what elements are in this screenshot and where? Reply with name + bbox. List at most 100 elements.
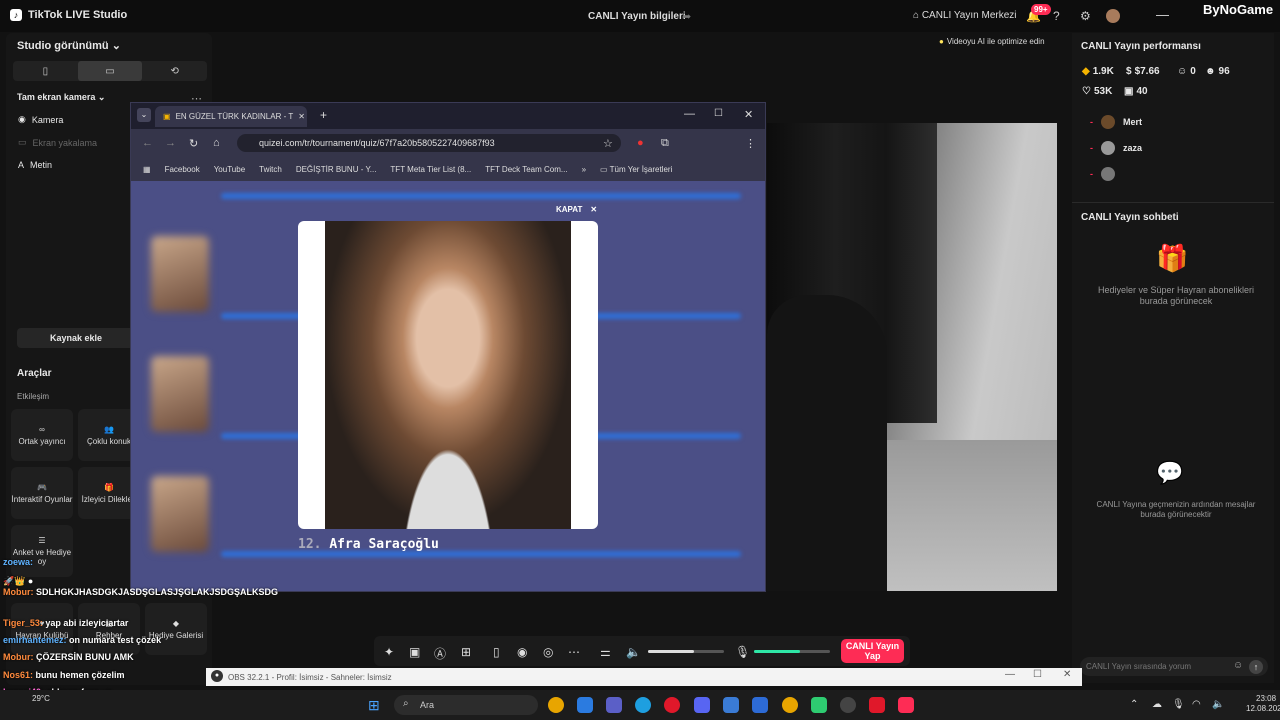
more-controls-icon[interactable]: ⋯ bbox=[568, 645, 580, 659]
obs-maximize-icon[interactable]: ☐ bbox=[1033, 669, 1042, 680]
guide-tool[interactable]: ▤ Rehber bbox=[78, 603, 140, 655]
viewer-item[interactable]: - Mert bbox=[1090, 115, 1142, 129]
opera-icon[interactable] bbox=[664, 697, 680, 713]
screen-icon[interactable]: ⊞ bbox=[461, 645, 471, 659]
obs-close-icon[interactable]: ✕ bbox=[1063, 669, 1071, 680]
bookmark-item[interactable]: Twitch bbox=[259, 165, 282, 174]
viewer-item[interactable]: - zaza bbox=[1090, 141, 1142, 155]
mic-tray-icon[interactable]: 🎙 bbox=[1172, 699, 1185, 710]
record-icon[interactable]: ◉ bbox=[517, 645, 527, 659]
sliders-icon[interactable]: ⚌ bbox=[600, 645, 611, 659]
forward-icon[interactable]: → bbox=[165, 137, 176, 149]
bookmark-item[interactable]: Facebook bbox=[165, 165, 200, 174]
browser-maximize-icon[interactable]: ☐ bbox=[714, 108, 723, 119]
all-bookmarks[interactable]: ▭ Tüm Yer İşaretleri bbox=[600, 165, 672, 174]
chrome-icon[interactable] bbox=[548, 697, 564, 713]
home-icon[interactable]: ⌂ bbox=[213, 137, 220, 149]
weather-widget[interactable]: 29°C bbox=[32, 694, 50, 704]
bookmark-item[interactable]: DEĞİŞTİR BUNU - Y... bbox=[296, 165, 377, 174]
send-icon[interactable]: ↑ bbox=[1249, 660, 1263, 674]
address-bar[interactable]: quizei.com/tr/tournament/quiz/67f7a20b58… bbox=[237, 134, 621, 152]
clock[interactable]: 23:0812.08.2026 bbox=[1246, 694, 1280, 714]
live-center-button[interactable]: ⌂ CANLI Yayın Merkezi bbox=[913, 10, 1017, 21]
studio-view-title[interactable]: Studio görünümü ⌄ bbox=[17, 39, 121, 52]
discord-icon[interactable] bbox=[694, 697, 710, 713]
cloud-icon[interactable]: ☁ bbox=[1152, 699, 1162, 710]
fan-club-tool[interactable]: ♥ Hayran Kulübü bbox=[11, 603, 73, 655]
source-text[interactable]: A Metin bbox=[18, 160, 52, 170]
avatar[interactable] bbox=[1106, 9, 1120, 23]
gift-box-icon: ◆ bbox=[172, 618, 180, 628]
bookmark-item[interactable]: TFT Deck Team Com... bbox=[485, 165, 567, 174]
mail-icon[interactable] bbox=[723, 697, 739, 713]
store-icon[interactable] bbox=[752, 697, 768, 713]
puzzle-icon[interactable]: ⧉ bbox=[661, 137, 669, 150]
camera-settings-icon[interactable]: ◎ bbox=[543, 645, 553, 659]
portrait-view-button[interactable]: ▯ bbox=[13, 61, 78, 81]
co-host-tool[interactable]: ∞ Ortak yayıncı bbox=[11, 409, 73, 461]
minimize-icon[interactable]: — bbox=[1156, 7, 1169, 22]
source-screen-capture[interactable]: ▭ Ekran yakalama bbox=[18, 137, 97, 148]
phone-icon[interactable]: ▯ bbox=[493, 645, 500, 659]
stat-value: 53K bbox=[1093, 86, 1113, 97]
tray-chevron-icon[interactable]: ⌃ bbox=[1130, 699, 1138, 710]
landscape-view-button[interactable]: ▭ bbox=[77, 61, 143, 81]
reload-icon[interactable]: ↻ bbox=[189, 137, 198, 150]
tiktok-taskbar-icon[interactable] bbox=[898, 697, 914, 713]
poll-tool[interactable]: ☰ Anket ve Hediye oy bbox=[11, 525, 73, 577]
bookmark-item[interactable]: YouTube bbox=[214, 165, 245, 174]
chrome-active-icon[interactable] bbox=[782, 697, 798, 713]
mic-volume-slider[interactable] bbox=[754, 650, 830, 653]
gift-icon: ▣ bbox=[1124, 86, 1134, 97]
interactive-games-tool[interactable]: 🎮 İnteraktif Oyunlar bbox=[11, 467, 73, 519]
browser-minimize-icon[interactable]: — bbox=[684, 108, 695, 120]
browser-menu-icon[interactable]: ⋮ bbox=[745, 137, 756, 150]
extension-icon[interactable]: ● bbox=[637, 137, 644, 149]
source-camera[interactable]: ◉ Kamera bbox=[18, 114, 63, 125]
tab-search-icon[interactable]: ⌄ bbox=[137, 108, 151, 122]
ai-icon[interactable]: Ⓐ bbox=[434, 645, 446, 662]
bookmark-item[interactable]: TFT Meta Tier List (8... bbox=[390, 165, 471, 174]
viewer-item[interactable]: - bbox=[1090, 167, 1123, 181]
help-icon[interactable]: ? bbox=[1053, 9, 1060, 23]
taskbar-search[interactable]: Ara bbox=[394, 695, 538, 715]
obs-window-bar[interactable]: OBS 32.2.1 - Profil: İsimsiz - Sahneler:… bbox=[206, 668, 1082, 686]
new-tab-icon[interactable]: + bbox=[320, 108, 327, 122]
mic-icon[interactable]: 🎙 bbox=[735, 645, 750, 659]
bookmark-star-icon[interactable]: ☆ bbox=[603, 137, 613, 150]
fullscreen-camera-dropdown[interactable]: Tam ekran kamera ⌄ bbox=[17, 92, 105, 103]
chat-message: Nos61: bunu hemen çözelim bbox=[3, 670, 125, 680]
volume-icon[interactable]: 🔈 bbox=[1212, 699, 1224, 710]
emoji-icon[interactable]: ☺ bbox=[1233, 660, 1243, 671]
go-live-button[interactable]: CANLI Yayın Yap bbox=[841, 639, 904, 663]
wifi-icon[interactable]: ◠ bbox=[1192, 699, 1201, 710]
teams-icon[interactable] bbox=[606, 697, 622, 713]
app-icon[interactable] bbox=[811, 697, 827, 713]
start-icon[interactable]: ⊞ bbox=[368, 697, 380, 714]
obs-minimize-icon[interactable]: — bbox=[1005, 669, 1015, 680]
live-info-title[interactable]: CANLI Yayın bilgileri bbox=[588, 11, 686, 22]
share-icon[interactable]: ➦ bbox=[682, 10, 691, 23]
more-bookmarks-icon[interactable]: » bbox=[582, 165, 586, 174]
speaker-icon[interactable]: 🔈 bbox=[626, 645, 641, 659]
gear-icon[interactable]: ⚙ bbox=[1080, 9, 1091, 23]
gift-gallery-tool[interactable]: ◆ Hediye Galerisi bbox=[145, 603, 207, 655]
browser-close-icon[interactable]: ✕ bbox=[744, 108, 753, 121]
close-tab-icon[interactable]: ✕ bbox=[298, 112, 307, 121]
apps-icon[interactable]: ▦ bbox=[143, 165, 151, 174]
explorer-icon[interactable] bbox=[577, 697, 593, 713]
edge-icon[interactable] bbox=[635, 697, 651, 713]
speaker-volume-slider[interactable] bbox=[648, 650, 724, 653]
notification-badge: 99+ bbox=[1031, 4, 1051, 15]
ai-optimize-tip[interactable]: ● Videoyu AI ile optimize edin bbox=[939, 34, 1065, 48]
magic-icon[interactable]: ✦ bbox=[384, 645, 394, 659]
modal-close-button[interactable]: KAPAT ✕ bbox=[556, 205, 597, 214]
rotate-view-button[interactable]: ⟲ bbox=[142, 61, 207, 81]
browser-tab[interactable]: ▣ EN GÜZEL TÜRK KADINLAR - T ✕ bbox=[155, 106, 307, 127]
youtube-icon[interactable] bbox=[869, 697, 885, 713]
obs-taskbar-icon[interactable] bbox=[840, 697, 856, 713]
effects-icon[interactable]: ▣ bbox=[409, 645, 420, 659]
add-source-button[interactable]: Kaynak ekle bbox=[17, 328, 135, 348]
blurred-bar bbox=[221, 193, 741, 199]
back-icon[interactable]: ← bbox=[142, 137, 153, 149]
